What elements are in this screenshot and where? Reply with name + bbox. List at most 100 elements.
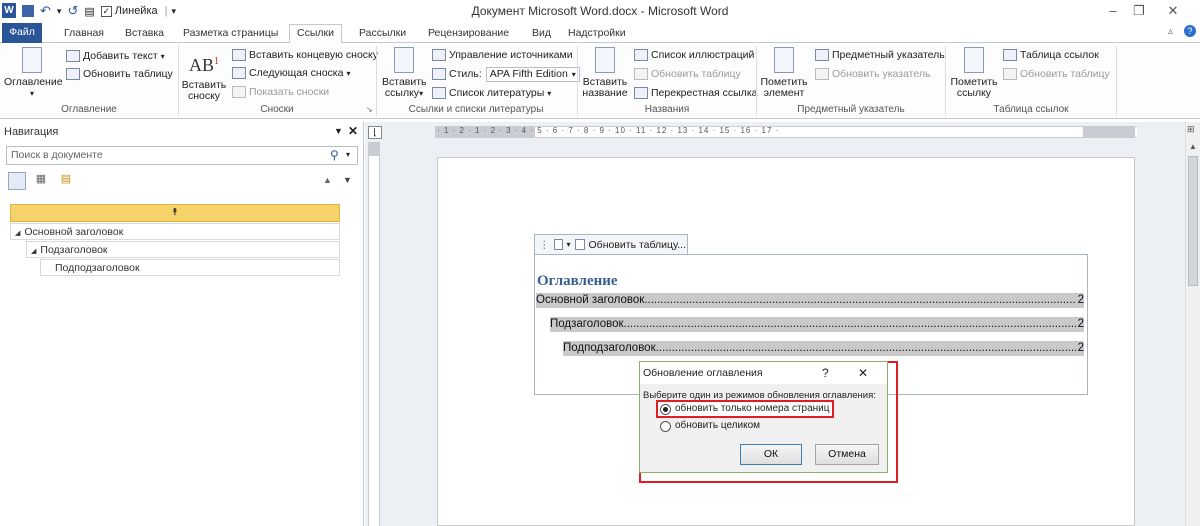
- nav-heading-3[interactable]: Подподзаголовок: [40, 259, 340, 276]
- split-icon[interactable]: ⊞: [1187, 124, 1195, 135]
- drag-handle-icon[interactable]: ⋮: [539, 239, 550, 251]
- update-toc-small-icon: [574, 239, 585, 250]
- insert-citation-button[interactable]: Вставить ссылку▾: [382, 47, 427, 99]
- bibliography-dropdown-icon: ▾: [547, 88, 552, 98]
- tab-page-layout[interactable]: Разметка страницы: [176, 25, 285, 43]
- show-notes-label: Показать сноски: [249, 86, 330, 98]
- nav-heading-2[interactable]: ◢ Подзаголовок: [26, 241, 340, 258]
- mark-entry-button[interactable]: Пометить элемент: [760, 47, 808, 99]
- window-title: Документ Microsoft Word.docx - Microsoft…: [471, 4, 729, 18]
- style-select[interactable]: APA Fifth Edition ▾: [485, 66, 580, 82]
- tab-references[interactable]: Ссылки: [289, 24, 342, 44]
- pages-view-icon[interactable]: ▦: [31, 172, 51, 190]
- toc-entry-2-page: 2: [1077, 318, 1084, 330]
- title-bar: W ↶ ▾ ↺ ▤ ✓ Линейка | ▾ Документ Microso…: [0, 0, 1200, 22]
- nav-heading-2-label: Подзаголовок: [40, 244, 108, 256]
- toc-content-control-toolbar[interactable]: ⋮ ▾ Обновить таблицу...: [534, 234, 688, 254]
- insert-index-button[interactable]: Предметный указатель: [815, 47, 945, 63]
- toc-menu-dropdown-icon[interactable]: ▾: [567, 240, 571, 249]
- manage-sources-button[interactable]: Управление источниками: [432, 47, 573, 63]
- update-figures-button[interactable]: Обновить таблицу: [634, 66, 741, 82]
- mark-citation-button[interactable]: Пометить ссылку: [950, 47, 998, 99]
- tab-mailings[interactable]: Рассылки: [352, 25, 413, 43]
- search-icon[interactable]: ⚲: [330, 148, 339, 162]
- cross-reference-button[interactable]: Перекрестная ссылка: [634, 85, 757, 101]
- tab-selector-icon[interactable]: ⌊: [368, 126, 382, 139]
- scroll-thumb[interactable]: [1188, 156, 1198, 286]
- nav-menu-icon[interactable]: ▼: [334, 126, 343, 136]
- update-toc-button[interactable]: Обновить таблицу: [66, 66, 173, 82]
- tab-review[interactable]: Рецензирование: [421, 25, 516, 43]
- restore-icon[interactable]: ❐: [1126, 2, 1152, 20]
- insert-figures-label: Список иллюстраций: [651, 49, 755, 61]
- scroll-up-icon[interactable]: ▲: [1189, 142, 1197, 151]
- footnote-icon-sup: 1: [214, 56, 219, 67]
- update-toa-button[interactable]: Обновить таблицу: [1003, 66, 1110, 82]
- tab-home[interactable]: Главная: [57, 25, 111, 43]
- toc-update-button[interactable]: Обновить таблицу...: [589, 239, 687, 251]
- dialog-help-icon[interactable]: ?: [822, 366, 829, 380]
- mark-citation-icon: [964, 47, 984, 73]
- previous-heading-icon[interactable]: ▲: [323, 175, 332, 185]
- insert-caption-button[interactable]: Вставить название: [582, 47, 628, 99]
- close-window-icon[interactable]: ✕: [1160, 2, 1186, 20]
- minimize-icon[interactable]: –: [1100, 2, 1126, 20]
- insert-index-label: Предметный указатель: [832, 49, 945, 61]
- update-index-button[interactable]: Обновить указатель: [815, 66, 930, 82]
- add-text-button[interactable]: Добавить текст ▾: [66, 48, 165, 64]
- radio-entire-table[interactable]: [660, 421, 671, 432]
- help-icon[interactable]: ?: [1184, 25, 1196, 37]
- vertical-ruler[interactable]: [368, 142, 380, 526]
- search-dropdown-icon[interactable]: ▾: [346, 150, 350, 159]
- vertical-scrollbar[interactable]: ⊞ ▲: [1185, 122, 1200, 526]
- style-dropdown-icon: ▾: [571, 69, 576, 79]
- headings-view-icon[interactable]: [8, 172, 26, 190]
- insert-figures-button[interactable]: Список иллюстраций: [634, 47, 754, 63]
- index-group-label: Предметный указатель: [797, 104, 905, 115]
- citation-dropdown-icon: ▾: [419, 89, 424, 98]
- insert-caption-label-2: название: [582, 87, 628, 99]
- endnote-icon: [232, 49, 246, 61]
- nav-close-icon[interactable]: ✕: [348, 124, 358, 138]
- show-notes-button[interactable]: Показать сноски: [232, 84, 329, 100]
- insert-endnote-button[interactable]: Вставить концевую сноску: [232, 47, 378, 63]
- footnotes-launcher-icon[interactable]: ↘: [366, 105, 373, 114]
- minimize-ribbon-icon[interactable]: ▵: [1168, 26, 1173, 37]
- toc-menu-icon[interactable]: [553, 239, 563, 250]
- next-footnote-button[interactable]: Следующая сноска ▾: [232, 65, 350, 81]
- insert-toa-button[interactable]: Таблица ссылок: [1003, 47, 1099, 63]
- dialog-ok-button[interactable]: ОК: [740, 444, 802, 465]
- toa-group-label: Таблица ссылок: [993, 104, 1069, 115]
- toc-entry-2[interactable]: Подзаголовок............................…: [550, 317, 1084, 332]
- nav-heading-3-label: Подподзаголовок: [55, 262, 140, 274]
- toc-entry-1[interactable]: Основной заголовок......................…: [536, 293, 1084, 308]
- dialog-cancel-button[interactable]: Отмена: [815, 444, 879, 465]
- footnote-icon: AB1: [181, 47, 227, 80]
- tab-addins[interactable]: Надстройки: [561, 25, 633, 43]
- toc-button[interactable]: Оглавление ▾: [4, 47, 63, 99]
- document-search-input[interactable]: Поиск в документе ⚲ ▾: [6, 146, 358, 165]
- dialog-close-icon[interactable]: ✕: [858, 366, 868, 380]
- style-icon: [432, 68, 446, 80]
- style-select-value: APA Fifth Edition: [489, 67, 568, 80]
- results-view-icon[interactable]: ▤: [56, 172, 76, 190]
- bibliography-button[interactable]: Список литературы ▾: [432, 85, 551, 101]
- nav-selected-bar[interactable]: ⯭: [10, 204, 340, 222]
- bibliography-label: Список литературы: [449, 87, 545, 99]
- option-pages-only[interactable]: обновить только номера страниц: [656, 400, 834, 418]
- radio-pages-only[interactable]: [660, 404, 671, 415]
- manage-sources-label: Управление источниками: [449, 49, 573, 61]
- tab-file[interactable]: Файл: [2, 23, 42, 43]
- horizontal-ruler[interactable]: · 1 · 2 · 1 · 2 · 3 · 4 · 5 · 6 · 7 · 8 …: [435, 126, 1137, 138]
- nav-heading-1[interactable]: ◢ Основной заголовок: [10, 223, 340, 240]
- tab-insert[interactable]: Вставка: [118, 25, 171, 43]
- insert-footnote-button[interactable]: AB1 Вставить сноску: [181, 47, 227, 102]
- toc-leader: ........................................…: [623, 318, 1076, 330]
- tab-view[interactable]: Вид: [525, 25, 558, 43]
- toc-entry-3[interactable]: Подподзаголовок.........................…: [563, 341, 1084, 356]
- add-text-label: Добавить текст: [83, 50, 158, 62]
- mark-entry-icon: [774, 47, 794, 73]
- dialog-title: Обновление оглавления: [643, 367, 763, 379]
- footnotes-group-label: Сноски: [260, 104, 294, 115]
- next-heading-icon[interactable]: ▼: [343, 175, 352, 185]
